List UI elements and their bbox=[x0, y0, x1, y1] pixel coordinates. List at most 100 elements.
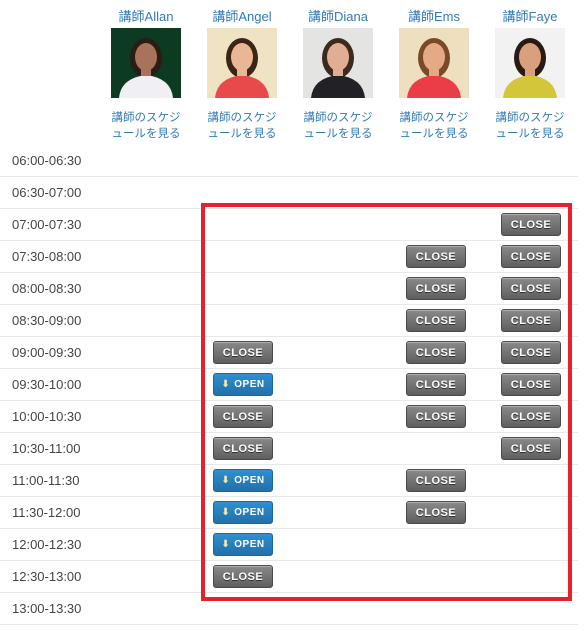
teacher-photo[interactable] bbox=[495, 28, 565, 98]
close-label: CLOSE bbox=[510, 346, 552, 359]
close-slot-button[interactable]: CLOSE bbox=[213, 437, 273, 460]
time-slot-row: 11:30-12:00 ⬇ OPEN CLOSE bbox=[0, 497, 578, 529]
time-slot-row: 10:00-10:30 CLOSE CLOSE CLOSE bbox=[0, 401, 578, 433]
view-schedule-text[interactable]: 講師のスケジュールを見る bbox=[304, 112, 373, 140]
teacher-photo[interactable] bbox=[207, 28, 277, 98]
close-label: CLOSE bbox=[222, 346, 264, 359]
close-label: CLOSE bbox=[415, 346, 457, 359]
close-label: CLOSE bbox=[222, 570, 264, 583]
time-label: 08:00-08:30 bbox=[12, 281, 82, 296]
close-slot-button[interactable]: CLOSE bbox=[501, 373, 561, 396]
open-slot-button[interactable]: ⬇ OPEN bbox=[213, 469, 273, 492]
view-schedule-link[interactable]: 講師のスケジュールを見る bbox=[203, 110, 281, 142]
close-label: CLOSE bbox=[415, 378, 457, 391]
view-schedule-link[interactable]: 講師のスケジュールを見る bbox=[491, 110, 569, 142]
open-slot-button[interactable]: ⬇ OPEN bbox=[213, 373, 273, 396]
teacher-header: 講師Allan 講師のスケジュールを見る 講師Angel 講師のスケジュールを見… bbox=[0, 0, 587, 145]
close-slot-button[interactable]: CLOSE bbox=[406, 245, 466, 268]
time-label: 09:00-09:30 bbox=[12, 345, 82, 360]
close-label: CLOSE bbox=[222, 410, 264, 423]
teacher-column-header: 講師Faye 講師のスケジュールを見る bbox=[485, 8, 575, 142]
time-label: 06:30-07:00 bbox=[12, 185, 82, 200]
close-label: CLOSE bbox=[415, 282, 457, 295]
close-slot-button[interactable]: CLOSE bbox=[406, 341, 466, 364]
close-slot-button[interactable]: CLOSE bbox=[501, 277, 561, 300]
view-schedule-text[interactable]: 講師のスケジュールを見る bbox=[400, 112, 469, 140]
close-label: CLOSE bbox=[510, 378, 552, 391]
view-schedule-text[interactable]: 講師のスケジュールを見る bbox=[496, 112, 565, 140]
teacher-column-header: 講師Diana 講師のスケジュールを見る bbox=[293, 8, 383, 142]
time-label: 11:30-12:00 bbox=[12, 505, 81, 520]
close-slot-button[interactable]: CLOSE bbox=[406, 277, 466, 300]
view-schedule-text[interactable]: 講師のスケジュールを見る bbox=[208, 112, 277, 140]
view-schedule-link[interactable]: 講師のスケジュールを見る bbox=[395, 110, 473, 142]
close-slot-button[interactable]: CLOSE bbox=[406, 309, 466, 332]
view-schedule-link[interactable]: 講師のスケジュールを見る bbox=[107, 110, 185, 142]
teacher-photo[interactable] bbox=[111, 28, 181, 98]
close-label: CLOSE bbox=[222, 442, 264, 455]
time-label: 11:00-11:30 bbox=[12, 473, 80, 488]
close-slot-button[interactable]: CLOSE bbox=[501, 437, 561, 460]
close-label: CLOSE bbox=[510, 282, 552, 295]
time-label: 12:00-12:30 bbox=[12, 537, 82, 552]
close-slot-button[interactable]: CLOSE bbox=[213, 341, 273, 364]
close-label: CLOSE bbox=[415, 506, 457, 519]
close-slot-button[interactable]: CLOSE bbox=[501, 245, 561, 268]
time-label: 10:30-11:00 bbox=[12, 441, 81, 456]
open-label: OPEN bbox=[234, 475, 265, 486]
time-slot-row: 07:00-07:30 CLOSE bbox=[0, 209, 578, 241]
open-label: OPEN bbox=[234, 379, 265, 390]
time-label: 08:30-09:00 bbox=[12, 313, 82, 328]
teacher-column-header: 講師Ems 講師のスケジュールを見る bbox=[389, 8, 479, 142]
download-arrow-icon: ⬇ bbox=[221, 379, 231, 390]
teacher-column-header: 講師Angel 講師のスケジュールを見る bbox=[197, 8, 287, 142]
time-slot-row: 12:30-13:00 CLOSE bbox=[0, 561, 578, 593]
schedule-grid: 06:00-06:30 06:30-07:00 07:00-07:30 CLOSE 07… bbox=[0, 145, 578, 625]
download-arrow-icon: ⬇ bbox=[221, 539, 231, 550]
open-slot-button[interactable]: ⬇ OPEN bbox=[213, 533, 273, 556]
download-arrow-icon: ⬇ bbox=[221, 507, 231, 518]
close-slot-button[interactable]: CLOSE bbox=[213, 565, 273, 588]
time-slot-row: 09:30-10:00 ⬇ OPEN CLOSE CLOSE bbox=[0, 369, 578, 401]
close-label: CLOSE bbox=[415, 314, 457, 327]
close-slot-button[interactable]: CLOSE bbox=[501, 341, 561, 364]
time-label: 09:30-10:00 bbox=[12, 377, 82, 392]
teacher-name-link[interactable]: 講師Diana bbox=[293, 8, 383, 26]
close-slot-button[interactable]: CLOSE bbox=[501, 405, 561, 428]
time-label: 07:30-08:00 bbox=[12, 249, 82, 264]
time-slot-row: 13:00-13:30 bbox=[0, 593, 578, 625]
time-slot-row: 06:30-07:00 bbox=[0, 177, 578, 209]
close-slot-button[interactable]: CLOSE bbox=[406, 469, 466, 492]
time-label: 12:30-13:00 bbox=[12, 569, 82, 584]
teacher-column-header: 講師Allan 講師のスケジュールを見る bbox=[101, 8, 191, 142]
time-label: 10:00-10:30 bbox=[12, 409, 82, 424]
time-label: 07:00-07:30 bbox=[12, 217, 82, 232]
time-slot-row: 08:30-09:00 CLOSE CLOSE bbox=[0, 305, 578, 337]
close-label: CLOSE bbox=[415, 474, 457, 487]
time-label: 06:00-06:30 bbox=[12, 153, 82, 168]
close-slot-button[interactable]: CLOSE bbox=[213, 405, 273, 428]
time-slot-row: 12:00-12:30 ⬇ OPEN bbox=[0, 529, 578, 561]
open-slot-button[interactable]: ⬇ OPEN bbox=[213, 501, 273, 524]
teacher-name-link[interactable]: 講師Ems bbox=[389, 8, 479, 26]
teacher-photo[interactable] bbox=[399, 28, 469, 98]
close-slot-button[interactable]: CLOSE bbox=[406, 501, 466, 524]
open-label: OPEN bbox=[234, 507, 265, 518]
close-slot-button[interactable]: CLOSE bbox=[501, 213, 561, 236]
teacher-name-link[interactable]: 講師Allan bbox=[101, 8, 191, 26]
close-slot-button[interactable]: CLOSE bbox=[406, 373, 466, 396]
teacher-name-link[interactable]: 講師Angel bbox=[197, 8, 287, 26]
time-slot-row: 06:00-06:30 bbox=[0, 145, 578, 177]
view-schedule-link[interactable]: 講師のスケジュールを見る bbox=[299, 110, 377, 142]
time-slot-row: 08:00-08:30 CLOSE CLOSE bbox=[0, 273, 578, 305]
time-slot-row: 11:00-11:30 ⬇ OPEN CLOSE bbox=[0, 465, 578, 497]
teacher-name-link[interactable]: 講師Faye bbox=[485, 8, 575, 26]
close-label: CLOSE bbox=[415, 410, 457, 423]
view-schedule-text[interactable]: 講師のスケジュールを見る bbox=[112, 112, 181, 140]
teacher-photo[interactable] bbox=[303, 28, 373, 98]
close-label: CLOSE bbox=[510, 410, 552, 423]
open-label: OPEN bbox=[234, 539, 265, 550]
close-slot-button[interactable]: CLOSE bbox=[501, 309, 561, 332]
close-slot-button[interactable]: CLOSE bbox=[406, 405, 466, 428]
download-arrow-icon: ⬇ bbox=[221, 475, 231, 486]
